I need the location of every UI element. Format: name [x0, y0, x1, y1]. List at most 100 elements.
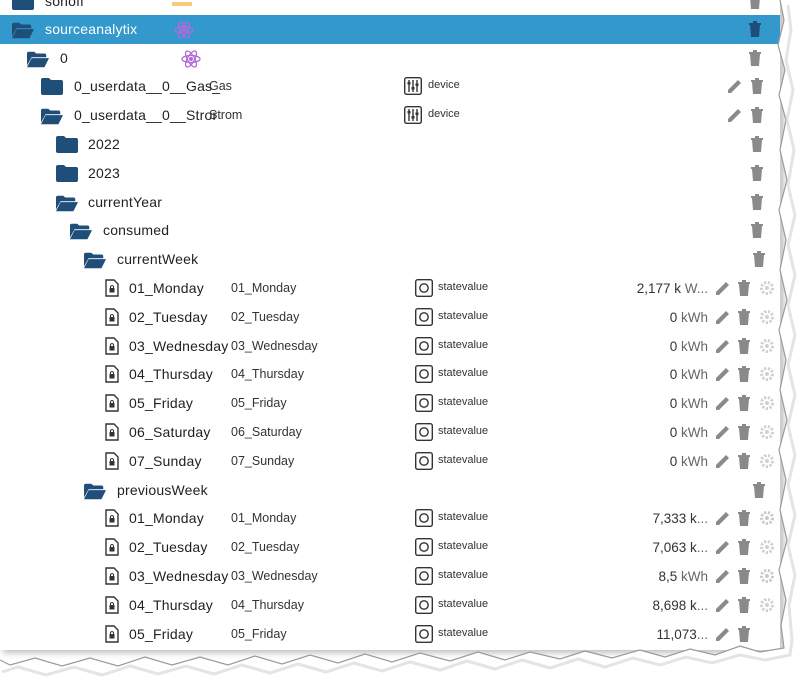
- gear-icon[interactable]: [758, 596, 776, 614]
- tree-row-type: device: [428, 108, 460, 120]
- gear-icon[interactable]: [758, 538, 776, 556]
- tree-row-sonoff[interactable]: sonoff: [0, 0, 780, 16]
- delete-icon[interactable]: [746, 20, 764, 38]
- locked-file-icon: [105, 279, 119, 297]
- gear-icon[interactable]: [758, 308, 776, 326]
- tree-row-sourceanalytix[interactable]: sourceanalytix: [0, 15, 780, 44]
- tree-row-0[interactable]: 0: [0, 44, 780, 73]
- edit-icon[interactable]: [714, 509, 732, 527]
- delete-icon[interactable]: [750, 250, 768, 268]
- statevalue-icon: [415, 596, 433, 614]
- tree-row-value: 11,073...: [656, 627, 708, 642]
- tree-row-state[interactable]: 04_Thursday 04_Thursday statevalue 8,698…: [0, 591, 780, 620]
- tree-row-state[interactable]: 01_Monday 01_Monday statevalue 7,333 k..…: [0, 504, 780, 533]
- delete-icon[interactable]: [748, 221, 766, 239]
- tree-row-comment: 03_Wednesday: [231, 569, 318, 583]
- delete-icon[interactable]: [735, 509, 753, 527]
- tree-row-state[interactable]: 07_Sunday 07_Sunday statevalue 0 kWh: [0, 447, 780, 476]
- tree-row-2023[interactable]: 2023: [0, 159, 780, 188]
- delete-icon[interactable]: [748, 77, 766, 95]
- statevalue-icon: [415, 337, 433, 355]
- delete-icon[interactable]: [735, 625, 753, 643]
- tree-row-type: statevalue: [438, 425, 489, 437]
- gear-icon[interactable]: [758, 452, 776, 470]
- tree-row-state[interactable]: 03_Wednesday 03_Wednesday statevalue 0 k…: [0, 332, 780, 361]
- delete-icon[interactable]: [748, 135, 766, 153]
- folder-icon: [41, 78, 63, 95]
- locked-file-icon: [105, 337, 119, 355]
- delete-icon[interactable]: [735, 596, 753, 614]
- tree-row-name: 03_Wednesday: [129, 338, 229, 354]
- edit-icon[interactable]: [714, 567, 732, 585]
- tree-row-state[interactable]: 03_Wednesday 03_Wednesday statevalue 8,5…: [0, 562, 780, 591]
- delete-icon[interactable]: [735, 308, 753, 326]
- delete-icon[interactable]: [735, 279, 753, 297]
- tree-row-previousweek[interactable]: previousWeek: [0, 476, 780, 505]
- delete-icon[interactable]: [746, 0, 764, 10]
- object-tree-panel: sonoff sourceanalytix 0 0_userdata__0__G…: [0, 0, 781, 650]
- tree-row-value: 2,177 k W...: [636, 281, 708, 296]
- tree-row-state[interactable]: 06_Saturday 06_Saturday statevalue 0 kWh: [0, 418, 780, 447]
- delete-icon[interactable]: [746, 49, 764, 67]
- folder-open-icon: [84, 483, 106, 500]
- tree-row-state[interactable]: 01_Monday 01_Monday statevalue 2,177 k W…: [0, 274, 780, 303]
- delete-icon[interactable]: [748, 164, 766, 182]
- tree-row-state[interactable]: 05_Friday 05_Friday statevalue 0 kWh: [0, 389, 780, 418]
- delete-icon[interactable]: [735, 538, 753, 556]
- tree-row-state[interactable]: 05_Friday 05_Friday statevalue 11,073...: [0, 620, 780, 649]
- edit-icon[interactable]: [714, 337, 732, 355]
- tree-row-currentyear[interactable]: currentYear: [0, 188, 780, 217]
- tree-row-type: statevalue: [438, 367, 489, 379]
- edit-icon[interactable]: [714, 394, 732, 412]
- edit-icon[interactable]: [714, 596, 732, 614]
- tree-row-name: 0_userdata__0__Stror: [74, 107, 218, 123]
- tree-row-name: consumed: [103, 222, 170, 238]
- edit-icon[interactable]: [714, 452, 732, 470]
- delete-icon[interactable]: [735, 567, 753, 585]
- edit-icon[interactable]: [726, 77, 744, 95]
- delete-icon[interactable]: [748, 193, 766, 211]
- edit-icon[interactable]: [714, 423, 732, 441]
- locked-file-icon: [105, 625, 119, 643]
- tree-row-name: 06_Saturday: [129, 424, 211, 440]
- delete-icon[interactable]: [748, 106, 766, 124]
- tree-row-type: statevalue: [438, 627, 489, 639]
- tree-row-state[interactable]: 02_Tuesday 02_Tuesday statevalue 7,063 k…: [0, 533, 780, 562]
- tree-row-type: statevalue: [438, 598, 489, 610]
- tree-row-currentweek[interactable]: currentWeek: [0, 245, 780, 274]
- gear-icon[interactable]: [758, 365, 776, 383]
- locked-file-icon: [105, 567, 119, 585]
- delete-icon[interactable]: [735, 423, 753, 441]
- tree-row-name: 01_Monday: [129, 510, 204, 526]
- edit-icon[interactable]: [714, 625, 732, 643]
- delete-icon[interactable]: [735, 452, 753, 470]
- edit-icon[interactable]: [714, 365, 732, 383]
- delete-icon[interactable]: [735, 365, 753, 383]
- tree-row-comment: 07_Sunday: [231, 454, 295, 468]
- folder-icon: [56, 165, 78, 182]
- gear-icon[interactable]: [758, 509, 776, 527]
- tree-row-comment: 01_Monday: [231, 281, 297, 295]
- gear-icon[interactable]: [758, 337, 776, 355]
- tree-row-state[interactable]: 02_Tuesday 02_Tuesday statevalue 0 kWh: [0, 303, 780, 332]
- delete-icon[interactable]: [735, 337, 753, 355]
- tree-row-type: statevalue: [438, 511, 489, 523]
- delete-icon[interactable]: [735, 394, 753, 412]
- gear-icon[interactable]: [758, 423, 776, 441]
- tree-row-comment: 06_Saturday: [231, 425, 302, 439]
- tree-row-consumed[interactable]: consumed: [0, 216, 780, 245]
- gear-icon[interactable]: [758, 567, 776, 585]
- tree-row-2022[interactable]: 2022: [0, 130, 780, 159]
- edit-icon[interactable]: [714, 308, 732, 326]
- folder-open-icon: [27, 51, 49, 68]
- edit-icon[interactable]: [714, 538, 732, 556]
- tree-row-state[interactable]: 04_Thursday 04_Thursday statevalue 0 kWh: [0, 360, 780, 389]
- tree-row-gas[interactable]: 0_userdata__0__Gas_ Gas device: [0, 72, 780, 101]
- gear-icon[interactable]: [758, 394, 776, 412]
- tree-row-name: sourceanalytix: [45, 21, 138, 37]
- delete-icon[interactable]: [750, 481, 768, 499]
- gear-icon[interactable]: [758, 279, 776, 297]
- tree-row-strom[interactable]: 0_userdata__0__Stror Strom device: [0, 101, 780, 130]
- edit-icon[interactable]: [726, 106, 744, 124]
- edit-icon[interactable]: [714, 279, 732, 297]
